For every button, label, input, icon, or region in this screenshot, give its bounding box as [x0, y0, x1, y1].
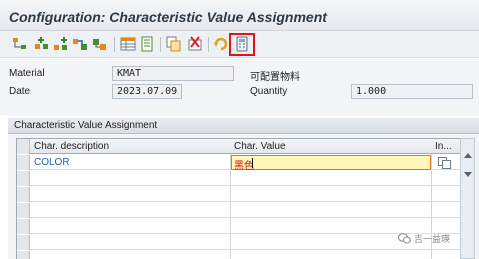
move-node-icon[interactable] — [72, 36, 88, 52]
add-structure-icon[interactable] — [34, 36, 50, 52]
toolbar-separator — [114, 37, 115, 52]
scroll-down-icon[interactable] — [464, 172, 472, 177]
delete-values-icon[interactable] — [187, 36, 203, 52]
table-row[interactable]: COLOR 黑色 — [17, 155, 461, 172]
row-selector[interactable] — [17, 203, 30, 218]
row-description: COLOR — [34, 157, 70, 168]
scroll-up-icon[interactable] — [464, 153, 472, 158]
copy-info-icon[interactable] — [435, 155, 459, 170]
date-label: Date — [9, 86, 31, 97]
material-label: Material — [9, 68, 45, 79]
material-field[interactable]: KMAT — [112, 66, 234, 81]
table-row[interactable] — [17, 171, 461, 186]
application-toolbar — [0, 31, 479, 58]
window-title: Configuration: Characteristic Value Assi… — [9, 9, 327, 25]
row-selector[interactable] — [17, 235, 30, 250]
quantity-field[interactable]: 1.000 — [351, 84, 473, 99]
refresh-icon[interactable] — [213, 36, 229, 52]
text-cursor — [252, 158, 253, 168]
row-selector[interactable] — [17, 187, 30, 202]
group-title: Characteristic Value Assignment — [8, 118, 479, 134]
header-form: Material KMAT 可配置物料 Date 2023.07.09 Quan… — [0, 59, 479, 115]
column-header-description[interactable]: Char. description — [31, 139, 229, 154]
table-row[interactable] — [17, 219, 461, 234]
row-selector[interactable] — [17, 171, 30, 186]
row-selector[interactable] — [17, 219, 30, 234]
select-all-cell[interactable] — [17, 139, 30, 154]
watermark-text: 吉一益瑛 — [414, 234, 451, 244]
table-row[interactable] — [17, 235, 461, 250]
date-field[interactable]: 2023.07.09 — [112, 84, 182, 99]
title-bar: Configuration: Characteristic Value Assi… — [0, 0, 479, 31]
add-node-icon[interactable] — [53, 36, 69, 52]
node-settings-icon[interactable] — [92, 36, 108, 52]
char-value-input[interactable]: 黑色 — [231, 155, 431, 172]
table-view-icon[interactable] — [120, 36, 136, 52]
table-row[interactable] — [17, 251, 461, 259]
table-row[interactable] — [17, 203, 461, 218]
watermark: 吉一益瑛 — [398, 232, 450, 245]
material-description: 可配置物料 — [250, 72, 300, 83]
toolbar-separator — [160, 37, 161, 52]
table-header-row: Char. description Char. Value In... — [17, 139, 461, 154]
hierarchy-icon[interactable] — [12, 36, 28, 52]
chat-bubble-icon — [398, 233, 411, 244]
toolbar-highlight-box — [229, 33, 255, 56]
quantity-label: Quantity — [250, 86, 288, 97]
vertical-scrollbar[interactable] — [460, 138, 475, 259]
row-selector[interactable] — [17, 155, 30, 170]
column-header-value[interactable]: Char. Value — [231, 139, 429, 154]
column-header-info[interactable]: In... — [432, 139, 460, 154]
row-selector[interactable] — [17, 251, 30, 259]
char-value-text: 黑色 — [234, 161, 254, 172]
characteristic-table: Char. description Char. Value In... COLO… — [16, 138, 461, 259]
list-view-icon[interactable] — [139, 36, 155, 52]
table-row[interactable] — [17, 187, 461, 202]
copy-values-icon[interactable] — [166, 36, 182, 52]
toolbar-separator — [208, 37, 209, 52]
